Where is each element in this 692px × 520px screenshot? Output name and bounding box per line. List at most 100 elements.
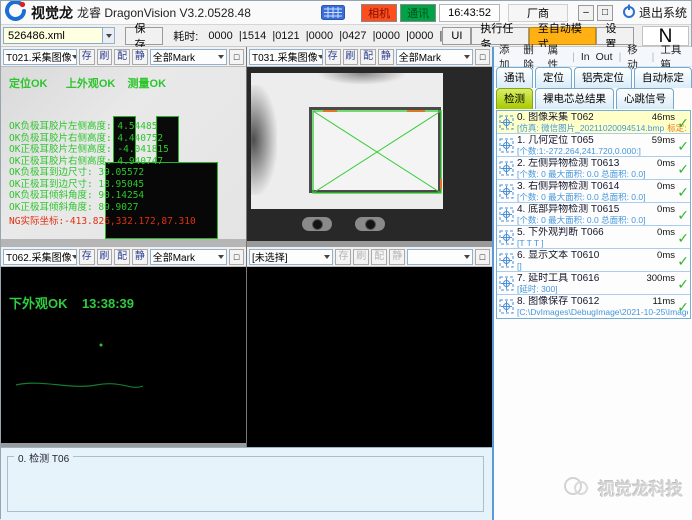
image-viewport[interactable]: 下外观OK 13:38:39 <box>1 267 246 447</box>
task-row-0[interactable]: 0. 图像采集 T06246ms [仿真: 微信图片_2021102009451… <box>497 111 690 134</box>
task-title: 4. 底部异物检测 T0615 <box>517 204 619 215</box>
contour-overlay-graphics <box>1 267 246 447</box>
keyboard-icon[interactable] <box>321 5 345 20</box>
static-button[interactable]: 静 <box>132 49 148 65</box>
solution-file-combo[interactable]: 526486.xml <box>3 27 103 44</box>
task-title: 2. 左侧异物检测 T0613 <box>517 158 619 169</box>
tab-auto-calib[interactable]: 自动标定 <box>634 67 692 88</box>
refresh-button[interactable]: 刷 <box>97 49 113 65</box>
task-subtitle: [个数: 0 最大面积: 0.0 总面积: 0.0] <box>517 192 645 202</box>
app-name: 视觉龙 <box>31 3 73 23</box>
tab-heartbeat[interactable]: 心跳信号 <box>616 88 674 109</box>
save-image-button[interactable]: 存 <box>335 249 351 265</box>
maximize-panel-button[interactable]: □ <box>475 49 490 65</box>
tool-selector-combo[interactable]: T021.采集图像 <box>3 49 77 65</box>
tab-comm[interactable]: 通讯 <box>496 67 533 88</box>
task-row-6[interactable]: 6. 显示文本 T06100ms [] ✓ <box>497 249 690 272</box>
title-bar: 视觉龙 龙睿 DragonVision V3.2.0528.48 相机 通讯 1… <box>1 1 691 25</box>
tab-shell-locate[interactable]: 铝壳定位 <box>574 67 632 88</box>
task-row-2[interactable]: 2. 左侧异物检测 T06130ms [个数: 0 最大面积: 0.0 总面积:… <box>497 157 690 180</box>
match-button[interactable]: 配 <box>360 49 376 65</box>
task-time: 11ms <box>652 296 675 307</box>
task-title: 5. 下外观判断 T066 <box>517 227 604 238</box>
mark-filter-combo[interactable]: 全部Mark <box>150 49 227 65</box>
mark-filter-combo[interactable]: 全部Mark <box>150 249 227 265</box>
camera-status-button[interactable]: 相机 <box>361 4 397 22</box>
chevron-down-icon <box>106 34 112 38</box>
tab-locate[interactable]: 定位 <box>535 67 572 88</box>
task-row-4[interactable]: 4. 底部异物检测 T06150ms [个数: 0 最大面积: 0.0 总面积:… <box>497 203 690 226</box>
task-time: 46ms <box>652 112 675 123</box>
task-row-5[interactable]: 5. 下外观判断 T0660ms [T T T ] ✓ <box>497 226 690 249</box>
task-row-3[interactable]: 3. 右侧异物检测 T0614 0ms [个数: 0 最大面积: 0.0 总面积:… <box>497 180 690 203</box>
refresh-button[interactable]: 刷 <box>353 249 369 265</box>
check-icon: ✓ <box>677 139 689 153</box>
tab-detect[interactable]: 检测 <box>496 88 533 109</box>
task-subtitle: [延时: 300] <box>517 284 558 294</box>
refresh-button[interactable]: 刷 <box>97 249 113 265</box>
static-button[interactable]: 静 <box>389 249 405 265</box>
maximize-panel-button[interactable]: □ <box>229 49 244 65</box>
maximize-panel-button[interactable]: □ <box>229 249 244 265</box>
save-image-button[interactable]: 存 <box>79 249 95 265</box>
solution-file-dropdown[interactable] <box>103 27 116 44</box>
task-row-1[interactable]: 1. 几何定位 T06559ms [个数:1:-272.264,241.720,… <box>497 134 690 157</box>
main-toolbar: 526486.xml 保存 耗时: 0000 |1514 |0121 |0000… <box>1 25 691 47</box>
tool-selector-combo[interactable]: [未选择] <box>249 249 333 265</box>
watermark: 视觉龙科技 <box>562 473 683 502</box>
chevron-down-icon <box>464 255 470 259</box>
tool-selector-combo[interactable]: T062.采集图像 <box>3 249 77 265</box>
task-title: 6. 显示文本 T0610 <box>517 250 599 261</box>
mark-filter-combo[interactable] <box>407 249 473 265</box>
ui-button[interactable]: UI <box>442 27 471 45</box>
task-title: 3. 右侧异物检测 T0614 <box>517 181 619 192</box>
image-viewport[interactable] <box>247 67 492 247</box>
save-button[interactable]: 保存 <box>125 27 163 45</box>
roi-icon <box>499 184 515 199</box>
match-button[interactable]: 配 <box>114 49 130 65</box>
refresh-button[interactable]: 刷 <box>343 49 359 65</box>
save-image-button[interactable]: 存 <box>325 49 341 65</box>
match-button[interactable]: 配 <box>371 249 387 265</box>
maximize-panel-button[interactable]: □ <box>475 249 490 265</box>
result-status-overlay: 定位OK 上外观OK 测量OK <box>9 75 166 91</box>
watermark-logo-icon <box>562 473 592 502</box>
exit-system-button[interactable]: 退出系统 <box>622 4 687 21</box>
app-title: 龙睿 DragonVision V3.2.0528.48 <box>77 4 251 21</box>
task-time: 0ms <box>657 181 675 192</box>
task-panel: 添加 删除 属性 | In Out | 移动 | 工具箱 通讯 定位 铝壳定位 … <box>492 47 692 520</box>
exit-system-label: 退出系统 <box>639 4 687 21</box>
main-area: T021.采集图像 存 刷 配 静 全部Mark □ 定位OK 上外观OK 测量… <box>1 47 692 520</box>
match-button[interactable]: 配 <box>114 249 130 265</box>
comm-status-button[interactable]: 通讯 <box>400 4 436 22</box>
tool-selector-combo[interactable]: T031.采集图像 <box>249 49 323 65</box>
maximize-button[interactable]: □ <box>597 5 613 21</box>
app-logo-icon <box>5 1 27 24</box>
roi-icon <box>499 115 515 130</box>
in-button[interactable]: In <box>581 51 590 63</box>
minimize-button[interactable]: – <box>578 5 594 21</box>
save-image-button[interactable]: 存 <box>79 49 95 65</box>
watermark-text: 视觉龙科技 <box>598 475 683 500</box>
check-icon: ✓ <box>677 208 689 222</box>
image-panel-unselected: [未选择] 存 刷 配 静 □ <box>247 247 492 447</box>
chevron-down-icon <box>464 55 470 59</box>
tab-cell-result[interactable]: 裸电芯总结果 <box>535 88 614 109</box>
static-button[interactable]: 静 <box>378 49 394 65</box>
task-row-7[interactable]: 7. 延时工具 T0616300ms [延时: 300] ✓ <box>497 272 690 295</box>
bottom-status-panel: 0. 检测 T06 <box>1 447 492 520</box>
image-viewport[interactable]: 定位OK 上外观OK 测量OK OK负极耳胶片左侧高度: 4.54485 OK负… <box>1 67 246 247</box>
task-time: 0ms <box>657 227 675 238</box>
power-icon <box>622 4 636 21</box>
app-window: 视觉龙 龙睿 DragonVision V3.2.0528.48 相机 通讯 1… <box>0 0 692 519</box>
chevron-down-icon <box>218 55 224 59</box>
image-viewport[interactable] <box>247 267 492 447</box>
task-subtitle: [个数: 0 最大面积: 0.0 总面积: 0.0] <box>517 215 645 225</box>
mark-filter-combo[interactable]: 全部Mark <box>396 49 473 65</box>
panel-header: T021.采集图像 存 刷 配 静 全部Mark □ <box>1 47 246 67</box>
static-button[interactable]: 静 <box>132 249 148 265</box>
roi-overlay-graphics <box>247 67 492 247</box>
check-icon: ✓ <box>677 254 689 268</box>
task-row-8[interactable]: 8. 图像保存 T061211ms [C:\DvImages\DebugImag… <box>497 295 690 318</box>
out-button[interactable]: Out <box>596 51 613 63</box>
